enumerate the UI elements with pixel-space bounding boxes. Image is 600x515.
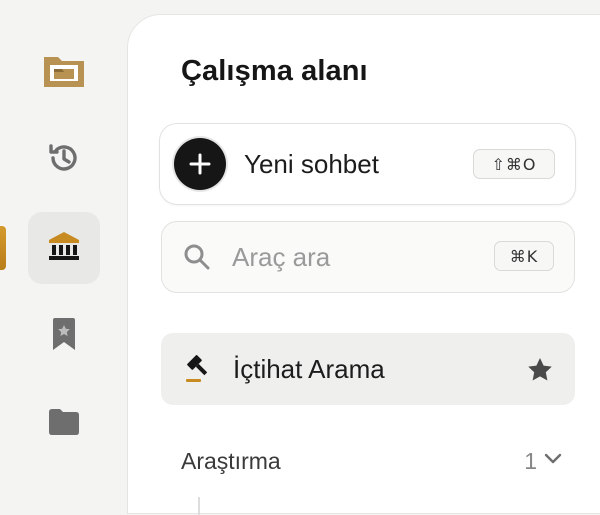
section-header-arastirma[interactable]: Araştırma 1 [181,445,563,477]
institution-button[interactable] [28,212,100,284]
page-title: Çalışma alanı [181,55,368,87]
history-button[interactable] [28,124,100,196]
star-icon[interactable] [527,357,553,387]
history-icon [47,141,81,180]
logo-button[interactable] [28,36,100,108]
search-shortcut: ⌘K [494,241,554,271]
bookmark-star-icon [51,317,77,356]
search-icon [182,242,212,272]
plus-icon [174,138,226,190]
gavel-icon [183,354,213,384]
tool-search[interactable]: ⌘K [161,221,575,293]
new-chat-button[interactable]: Yeni sohbet ⇧⌘O [159,123,576,205]
folders-button[interactable] [28,388,100,460]
tool-item-ictihat-arama[interactable]: İçtihat Arama [161,333,575,405]
new-chat-label: Yeni sohbet [244,148,379,179]
section-count: 1 [524,447,537,474]
saved-button[interactable] [28,300,100,372]
section-label: Araştırma [181,447,281,474]
chevron-down-icon [543,451,563,470]
search-input[interactable] [232,241,472,273]
folder-logo-icon [42,51,86,94]
bank-icon [47,230,81,267]
workspace-panel: Çalışma alanı Yeni sohbet ⇧⌘O ⌘K [127,14,600,515]
folder-icon [48,408,80,441]
sidebar [0,0,128,500]
new-chat-shortcut: ⇧⌘O [473,149,555,179]
tool-label: İçtihat Arama [233,353,385,384]
active-indicator [0,226,6,270]
